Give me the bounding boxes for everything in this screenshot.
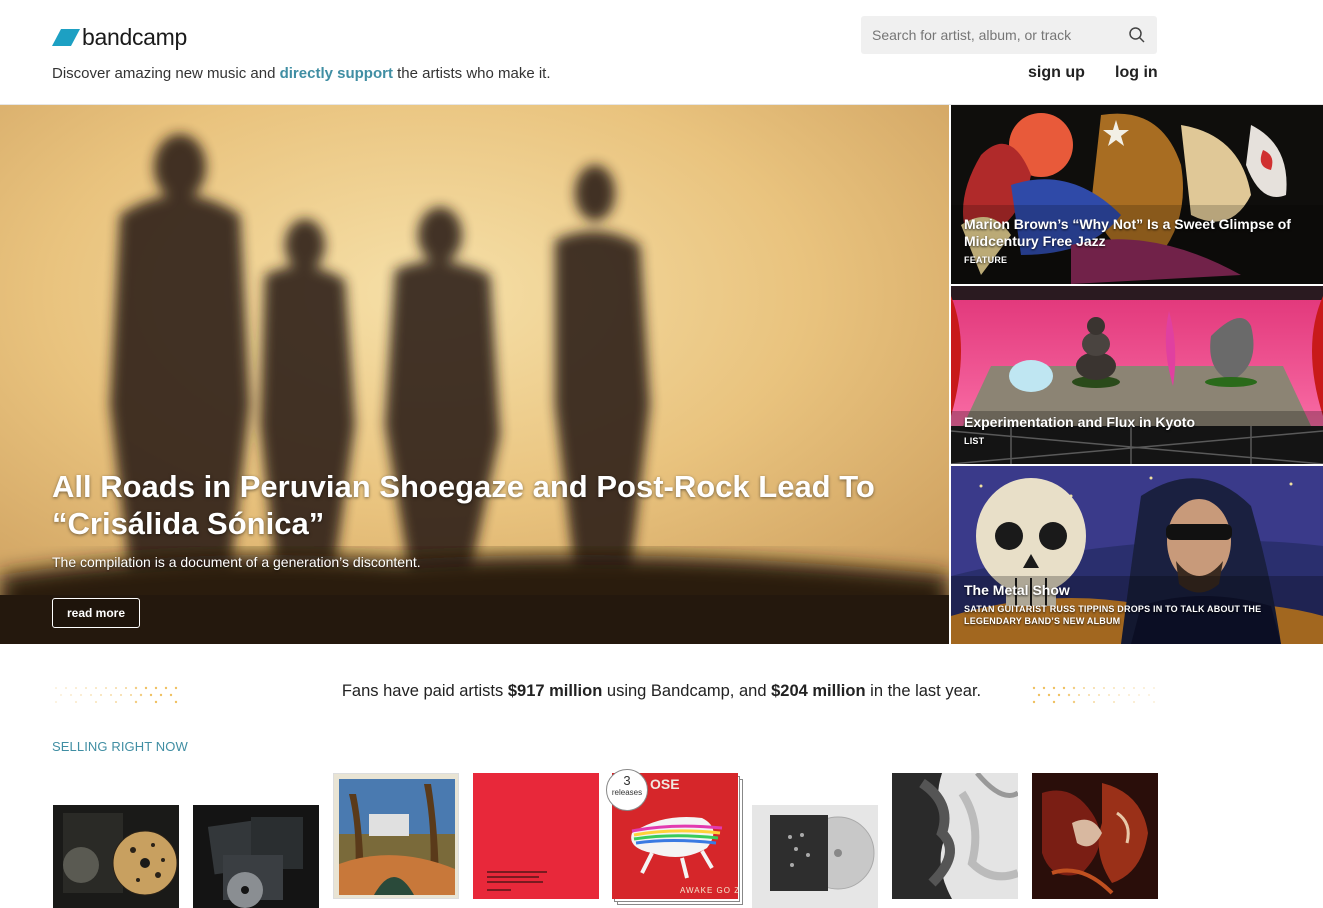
search-input[interactable] [861, 16, 1122, 54]
site-header: bandcamp Discover amazing new music and … [0, 0, 1323, 105]
album-text-bottom: AWAKE GO ZERO [680, 886, 738, 895]
selling-right-now-heading[interactable]: SELLING RIGHT NOW [52, 739, 188, 754]
stats-year: $204 million [771, 682, 866, 700]
tagline-text-end: the artists who make it. [392, 65, 551, 82]
bandcamp-logo[interactable]: bandcamp [52, 24, 187, 51]
stats-text: Fans have paid artists [341, 682, 508, 700]
feature-title[interactable]: Marion Brown’s “Why Not” Is a Sweet Glim… [964, 216, 1309, 250]
feature-marion-brown[interactable]: Marion Brown’s “Why Not” Is a Sweet Glim… [951, 105, 1323, 284]
album-art [334, 774, 458, 898]
bandcamp-logo-icon [52, 29, 80, 46]
feature-title[interactable]: Experimentation and Flux in Kyoto [964, 414, 1309, 431]
login-link[interactable]: log in [1115, 64, 1158, 82]
tagline: Discover amazing new music and directly … [52, 65, 551, 82]
signup-link[interactable]: sign up [1028, 64, 1085, 82]
hero-feature[interactable]: All Roads in Peruvian Shoegaze and Post-… [0, 105, 949, 644]
album-art [53, 805, 179, 908]
tagline-highlight: directly support [279, 65, 393, 82]
feature-category: FEATURE [964, 255, 1008, 265]
tagline-text: Discover amazing new music and [52, 65, 280, 82]
album-cover[interactable] [892, 773, 1018, 899]
search-icon[interactable] [1128, 26, 1146, 44]
releases-count: 3 [623, 773, 631, 788]
album-text-top: OSE [650, 776, 680, 792]
feature-metal-show[interactable]: The Metal Show SATAN GUITARIST RUSS TIPP… [951, 466, 1323, 644]
feature-kyoto[interactable]: Experimentation and Flux in Kyoto LIST [951, 286, 1323, 464]
album-art [193, 805, 319, 908]
album-cover[interactable] [752, 805, 878, 908]
album-cover[interactable] [473, 773, 599, 899]
album-cover[interactable] [1032, 773, 1158, 899]
stats-total: $917 million [507, 682, 603, 700]
feature-title[interactable]: The Metal Show [964, 582, 1309, 599]
stats-text-end: in the last year. [865, 682, 982, 700]
feature-category: LIST [964, 436, 985, 446]
hero-title[interactable]: All Roads in Peruvian Shoegaze and Post-… [52, 468, 902, 542]
album-art [1032, 773, 1158, 899]
releases-label: releases [611, 788, 643, 797]
album-cover[interactable] [193, 805, 319, 908]
album-art [752, 805, 878, 908]
feature-subtitle: SATAN GUITARIST RUSS TIPPINS DROPS IN TO… [964, 604, 1262, 626]
album-cover[interactable] [53, 805, 179, 908]
hero-subtitle: The compilation is a document of a gener… [52, 554, 421, 570]
releases-badge[interactable]: 3 releases [606, 769, 648, 811]
decorative-dots-right [1032, 686, 1155, 704]
logo-text: bandcamp [82, 24, 188, 50]
stats-text-mid: using Bandcamp, and [602, 682, 772, 700]
album-art [473, 773, 599, 899]
read-more-button[interactable]: read more [52, 598, 140, 628]
album-cover[interactable] [333, 773, 459, 899]
album-art [892, 773, 1018, 899]
search-box [861, 16, 1157, 54]
